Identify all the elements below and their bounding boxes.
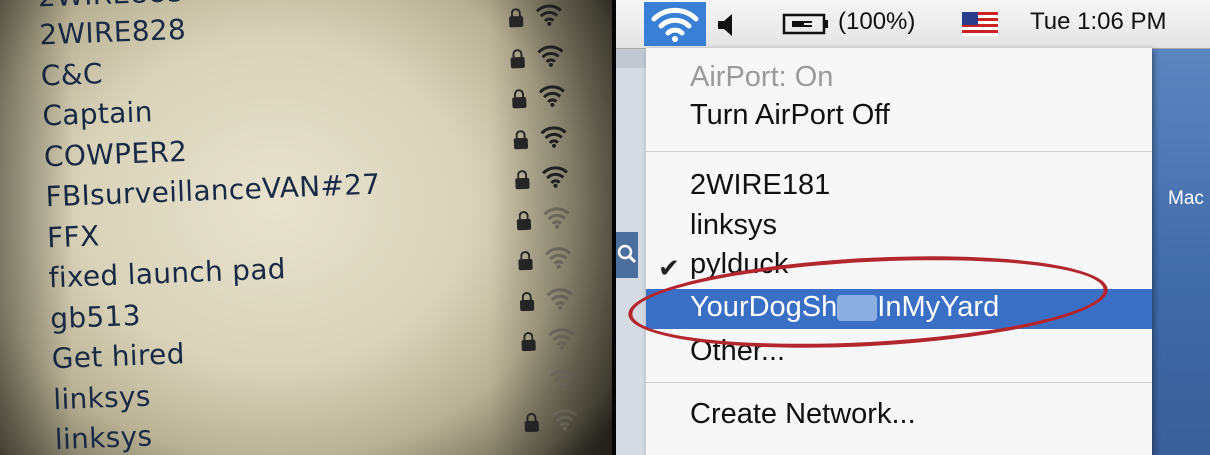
network-name: C&C xyxy=(40,56,104,92)
checkmark-icon: ✔ xyxy=(658,254,680,284)
network-name: 2WIRE828 xyxy=(38,12,187,52)
lock-icon xyxy=(524,412,539,433)
wifi-icon xyxy=(540,125,567,148)
lock-icon xyxy=(521,331,536,352)
lock-icon xyxy=(516,210,532,230)
wifi-icon xyxy=(543,206,570,229)
wifi-icon xyxy=(651,7,699,42)
network-name: FFX xyxy=(46,218,101,254)
airport-status: AirPort: On xyxy=(690,61,834,93)
airport-menu-button[interactable] xyxy=(644,2,706,46)
network-name: linksys xyxy=(52,379,152,416)
network-name: Captain xyxy=(41,95,154,133)
network-name: gb513 xyxy=(49,298,142,335)
network-name: 2WIRE883 xyxy=(37,0,185,14)
wifi-icon xyxy=(551,409,578,431)
lock-icon xyxy=(510,48,525,68)
lock-icon xyxy=(519,291,535,311)
battery-plug-icon[interactable] xyxy=(782,12,830,36)
desktop-label: Mac xyxy=(1168,188,1204,209)
wifi-icon xyxy=(545,247,572,269)
battery-percentage: (100%) xyxy=(838,8,916,35)
wifi-icon xyxy=(535,4,562,26)
lock-icon xyxy=(513,129,529,149)
menu-bar: (100%) Tue 1:06 PM xyxy=(616,0,1210,49)
menu-network-linksys[interactable]: linksys xyxy=(690,209,777,242)
search-icon[interactable] xyxy=(616,232,638,278)
wifi-icon xyxy=(548,328,575,350)
menu-separator xyxy=(646,151,1152,152)
lock-icon xyxy=(515,169,530,190)
us-flag-icon[interactable] xyxy=(962,12,998,36)
wifi-icon xyxy=(537,44,564,67)
network-name: Get hired xyxy=(51,337,186,376)
wifi-icon xyxy=(541,166,569,188)
network-name: COWPER2 xyxy=(43,134,188,173)
wifi-icon xyxy=(549,368,576,391)
network-name: linksys xyxy=(54,419,153,455)
airport-dropdown-menu: AirPort: On Turn AirPort Off 2WIRE181 li… xyxy=(646,48,1152,455)
network-list: 2WIRE883 2WIRE828C&CCaptainCOWPER2FBIsur… xyxy=(0,0,612,455)
wifi-icon xyxy=(546,287,573,310)
menu-network-2wire181[interactable]: 2WIRE181 xyxy=(690,169,830,202)
create-network-item[interactable]: Create Network... xyxy=(690,398,916,431)
right-screenshot: Mac (100%) Tue 1:06 PM AirPort: On Turn … xyxy=(616,0,1210,455)
lock-icon xyxy=(518,250,533,271)
desktop-background xyxy=(1152,48,1210,455)
menu-bar-clock[interactable]: Tue 1:06 PM xyxy=(1030,8,1167,36)
left-photo-network-list: 2WIRE883 2WIRE828C&CCaptainCOWPER2FBIsur… xyxy=(0,0,612,455)
menu-separator xyxy=(646,382,1152,383)
lock-icon xyxy=(512,88,527,109)
wifi-icon xyxy=(538,85,565,107)
turn-airport-off-item[interactable]: Turn AirPort Off xyxy=(690,99,890,132)
speaker-icon[interactable] xyxy=(716,12,740,38)
lock-icon xyxy=(509,8,524,28)
